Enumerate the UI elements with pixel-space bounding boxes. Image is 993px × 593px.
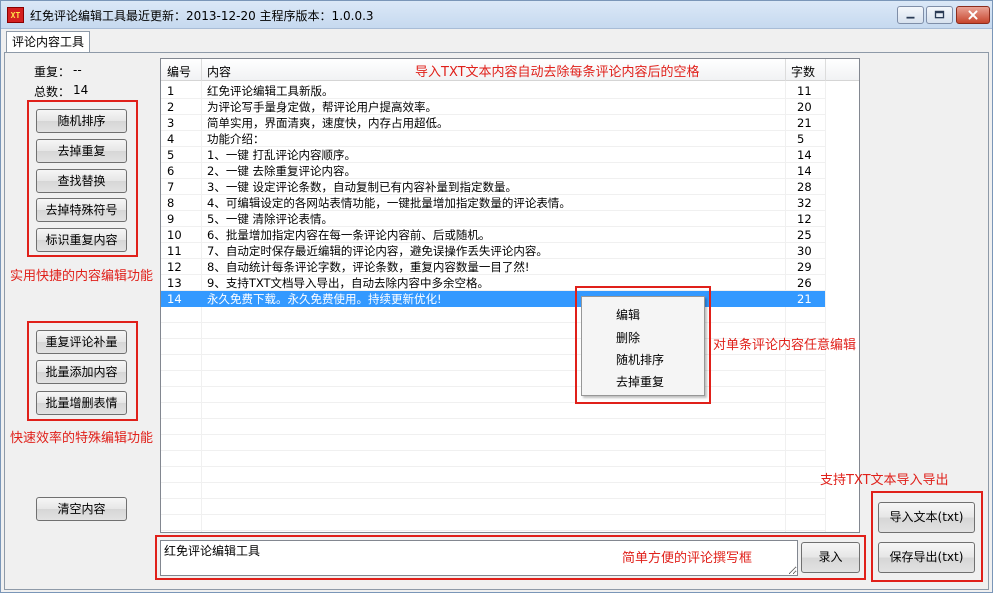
cell-count: 25 — [797, 228, 812, 242]
total-stat: 总数： 14 — [34, 83, 88, 100]
table-row[interactable]: 5 1、一键 打乱评论内容顺序。 14 — [161, 147, 825, 163]
cell-content: 功能介绍： — [207, 132, 265, 146]
cell-count: 14 — [797, 164, 812, 178]
cell-num: 6 — [167, 164, 175, 178]
cell-content: 9、支持TXT文档导入导出，自动去除内容中多余空格。 — [207, 276, 490, 290]
cell-count: 29 — [797, 260, 812, 274]
cell-count: 26 — [797, 276, 812, 290]
cell-content: 1、一键 打乱评论内容顺序。 — [207, 148, 356, 162]
cell-num: 8 — [167, 196, 175, 210]
cell-count: 21 — [797, 116, 812, 130]
table-row[interactable]: 2 为评论写手量身定做，帮评论用户提高效率。 20 — [161, 99, 825, 115]
tab-comment-tools[interactable]: 评论内容工具 — [6, 31, 90, 53]
window-title: 红免评论编辑工具最近更新：2013-12-20 主程序版本：1.0.0.3 — [30, 9, 374, 23]
total-label: 总数： — [34, 85, 71, 99]
cell-count: 11 — [797, 84, 812, 98]
duplicate-label: 重复： — [34, 65, 71, 79]
cell-num: 1 — [167, 84, 175, 98]
close-button[interactable] — [956, 6, 990, 24]
table-row[interactable]: 9 5、一键 清除评论表情。 12 — [161, 211, 825, 227]
comment-table[interactable]: 编号 内容 字数 1 红免评论编辑工具新版。 11 2 为评论写手量身定做，帮评论用户提… — [160, 58, 860, 533]
maximize-button[interactable] — [926, 6, 953, 24]
cell-content: 4、可编辑设定的各网站表情功能，一键批量增加指定数量的评论表情。 — [207, 196, 571, 210]
title-bar[interactable]: XT 红免评论编辑工具最近更新：2013-12-20 主程序版本：1.0.0.3 — [1, 1, 992, 29]
close-icon — [968, 10, 978, 20]
cell-content: 5、一键 清除评论表情。 — [207, 212, 333, 226]
remove-special-chars-button[interactable]: 去掉特殊符号 — [36, 198, 127, 222]
table-row[interactable]: 14 永久免费下载。永久免费使用。持续更新优化! 21 — [161, 291, 825, 307]
cell-count: 5 — [797, 132, 805, 146]
table-row[interactable]: 1 红免评论编辑工具新版。 11 — [161, 83, 825, 99]
find-replace-button[interactable]: 查找替换 — [36, 169, 127, 193]
table-row[interactable]: 13 9、支持TXT文档导入导出，自动去除内容中多余空格。 26 — [161, 275, 825, 291]
cell-num: 10 — [167, 228, 182, 242]
maximize-icon — [934, 10, 945, 19]
txt-support-annotation: 支持TXT文本导入导出 — [820, 473, 949, 488]
cell-num: 11 — [167, 244, 182, 258]
repeat-fill-button[interactable]: 重复评论补量 — [36, 330, 127, 354]
context-menu-item-delete[interactable]: 删除 — [616, 329, 640, 346]
minimize-button[interactable] — [897, 6, 924, 24]
record-button[interactable]: 录入 — [801, 542, 860, 573]
table-row[interactable]: 12 8、自动统计每条评论字数，评论条数，重复内容数量一目了然! 29 — [161, 259, 825, 275]
duplicate-value: -- — [73, 63, 82, 77]
cell-count: 12 — [797, 212, 812, 226]
clear-content-button[interactable]: 清空内容 — [36, 497, 127, 521]
cell-num: 12 — [167, 260, 182, 274]
mark-duplicates-button[interactable]: 标识重复内容 — [36, 228, 127, 252]
compose-box-annotation: 简单方便的评论撰写框 — [622, 551, 753, 566]
context-menu-item-remove-duplicates[interactable]: 去掉重复 — [616, 373, 664, 390]
random-sort-button[interactable]: 随机排序 — [36, 109, 127, 133]
cell-content: 6、批量增加指定内容在每一条评论内容前、后或随机。 — [207, 228, 491, 242]
cell-content: 8、自动统计每条评论字数，评论条数，重复内容数量一目了然! — [207, 260, 530, 274]
context-menu-item-random-sort[interactable]: 随机排序 — [616, 351, 664, 368]
cell-content: 永久免费下载。永久免费使用。持续更新优化! — [207, 292, 442, 306]
minimize-icon — [906, 16, 915, 19]
cell-content: 简单实用，界面清爽，速度快，内存占用超低。 — [207, 116, 449, 130]
single-edit-annotation: 对单条评论内容任意编辑 — [713, 338, 857, 353]
cell-count: 32 — [797, 196, 812, 210]
export-text-button[interactable]: 保存导出(txt) — [878, 542, 975, 573]
cell-count: 28 — [797, 180, 812, 194]
cell-num: 5 — [167, 148, 175, 162]
cell-content: 2、一键 去除重复评论内容。 — [207, 164, 356, 178]
cell-count: 20 — [797, 100, 812, 114]
batch-add-button[interactable]: 批量添加内容 — [36, 360, 127, 384]
table-row[interactable]: 8 4、可编辑设定的各网站表情功能，一键批量增加指定数量的评论表情。 32 — [161, 195, 825, 211]
column-header-content[interactable]: 内容 — [207, 63, 231, 80]
cell-num: 9 — [167, 212, 175, 226]
cell-count: 14 — [797, 148, 812, 162]
table-row[interactable]: 3 简单实用，界面清爽，速度快，内存占用超低。 21 — [161, 115, 825, 131]
import-text-button[interactable]: 导入文本(txt) — [878, 502, 975, 533]
batch-emoji-button[interactable]: 批量增删表情 — [36, 391, 127, 415]
table-row[interactable]: 6 2、一键 去除重复评论内容。 14 — [161, 163, 825, 179]
table-row[interactable]: 11 7、自动定时保存最近编辑的评论内容，避免误操作丢失评论内容。 30 — [161, 243, 825, 259]
duplicate-stat: 重复： -- — [34, 63, 82, 80]
txt-import-annotation: 导入TXT文本内容自动去除每条评论内容后的空格 — [415, 65, 700, 80]
table-row[interactable]: 4 功能介绍： 5 — [161, 131, 825, 147]
column-header-num[interactable]: 编号 — [167, 63, 191, 80]
cell-count: 30 — [797, 244, 812, 258]
content-edit-annotation: 实用快捷的内容编辑功能 — [10, 269, 154, 284]
context-menu[interactable]: 编辑 删除 随机排序 去掉重复 — [581, 296, 705, 396]
app-logo-icon: XT — [7, 7, 24, 23]
column-header-count[interactable]: 字数 — [791, 63, 815, 80]
cell-content: 7、自动定时保存最近编辑的评论内容，避免误操作丢失评论内容。 — [207, 244, 548, 258]
special-edit-annotation: 快速效率的特殊编辑功能 — [10, 431, 154, 446]
cell-num: 14 — [167, 292, 182, 306]
table-row[interactable]: 10 6、批量增加指定内容在每一条评论内容前、后或随机。 25 — [161, 227, 825, 243]
cell-content: 为评论写手量身定做，帮评论用户提高效率。 — [207, 100, 437, 114]
cell-content: 3、一键 设定评论条数，自动复制已有内容补量到指定数量。 — [207, 180, 517, 194]
cell-num: 2 — [167, 100, 175, 114]
cell-count: 21 — [797, 292, 812, 306]
cell-num: 13 — [167, 276, 182, 290]
cell-num: 4 — [167, 132, 175, 146]
context-menu-item-edit[interactable]: 编辑 — [616, 306, 640, 323]
cell-num: 7 — [167, 180, 175, 194]
cell-num: 3 — [167, 116, 175, 130]
table-row[interactable]: 7 3、一键 设定评论条数，自动复制已有内容补量到指定数量。 28 — [161, 179, 825, 195]
remove-duplicates-button[interactable]: 去掉重复 — [36, 139, 127, 163]
cell-content: 红免评论编辑工具新版。 — [207, 84, 334, 98]
total-value: 14 — [73, 83, 89, 97]
